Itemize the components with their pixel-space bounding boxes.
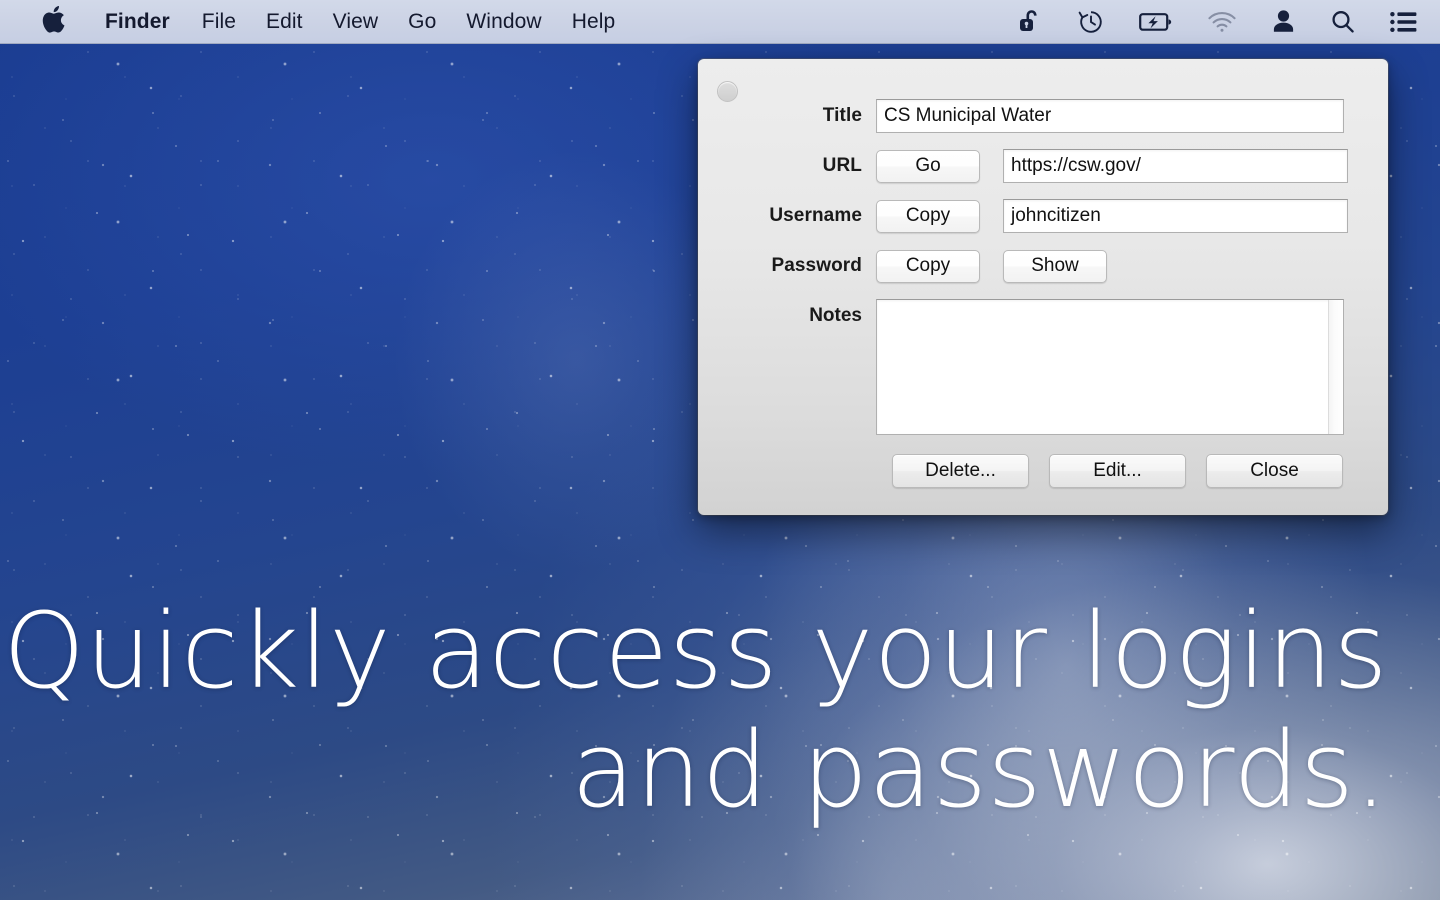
tagline-line-2: and passwords. xyxy=(571,708,1388,831)
menu-item-view[interactable]: View xyxy=(318,0,394,43)
title-row: Title CS Municipal Water xyxy=(698,99,1388,133)
password-copy-button-label: Copy xyxy=(905,255,951,276)
username-label: Username xyxy=(769,205,862,226)
notes-row: Notes xyxy=(698,299,1388,435)
dialog-form: Title CS Municipal Water URL Go https://… xyxy=(698,59,1388,435)
edit-button-label: Edit... xyxy=(1093,460,1142,481)
notes-textarea[interactable] xyxy=(877,300,1343,434)
menu-item-label: Window xyxy=(466,9,542,33)
username-row: Username Copy johncitizen xyxy=(698,199,1388,233)
menu-item-window[interactable]: Window xyxy=(451,0,556,43)
tagline-line-1: Quickly access your logins xyxy=(3,590,1388,712)
dialog-action-buttons: Delete... Edit... Close xyxy=(698,454,1388,488)
apple-logo-icon xyxy=(40,4,66,40)
url-row: URL Go https://csw.gov/ xyxy=(698,149,1388,183)
menu-item-label: File xyxy=(201,9,237,33)
notes-scrollbar[interactable] xyxy=(1328,300,1343,434)
password-entry-dialog: Title CS Municipal Water URL Go https://… xyxy=(698,59,1388,515)
menu-bar-status-area xyxy=(1001,0,1440,43)
menu-item-label: Go xyxy=(408,9,437,33)
url-input-value: https://csw.gov/ xyxy=(1011,155,1141,176)
title-label: Title xyxy=(822,105,862,126)
delete-button-label: Delete... xyxy=(925,460,996,481)
notes-label: Notes xyxy=(809,305,862,326)
password-copy-button[interactable]: Copy xyxy=(876,249,980,283)
user-account-icon[interactable] xyxy=(1254,0,1313,43)
spotlight-search-icon[interactable] xyxy=(1313,0,1373,43)
padlock-open-icon[interactable] xyxy=(1001,0,1060,43)
menu-item-label: Finder xyxy=(105,9,170,33)
password-row: Password Copy Show xyxy=(698,249,1388,283)
wifi-icon[interactable] xyxy=(1190,0,1254,43)
menu-item-finder[interactable]: Finder xyxy=(88,0,187,43)
time-machine-icon[interactable] xyxy=(1060,0,1122,43)
username-input[interactable]: johncitizen xyxy=(1003,199,1348,233)
url-input[interactable]: https://csw.gov/ xyxy=(1003,149,1348,183)
title-input-value: CS Municipal Water xyxy=(884,105,1052,126)
edit-button[interactable]: Edit... xyxy=(1049,454,1186,488)
desktop: Quickly access your logins and passwords… xyxy=(0,0,1440,900)
username-copy-button-label: Copy xyxy=(905,205,951,226)
menu-item-label: View xyxy=(332,9,379,33)
battery-charging-icon[interactable] xyxy=(1122,0,1190,43)
url-label: URL xyxy=(822,155,862,176)
menu-item-go[interactable]: Go xyxy=(393,0,451,43)
menu-item-edit[interactable]: Edit xyxy=(251,0,318,43)
password-show-button[interactable]: Show xyxy=(1003,249,1107,283)
menu-item-file[interactable]: File xyxy=(187,0,251,43)
close-button-label: Close xyxy=(1250,460,1299,481)
close-button[interactable]: Close xyxy=(1206,454,1343,488)
menu-item-help[interactable]: Help xyxy=(557,0,631,43)
wallpaper-tagline: Quickly access your logins and passwords… xyxy=(0,592,1440,829)
notification-center-icon[interactable] xyxy=(1373,0,1418,43)
notes-field[interactable] xyxy=(876,299,1344,435)
url-go-button[interactable]: Go xyxy=(876,149,980,183)
url-go-button-label: Go xyxy=(915,155,941,176)
username-input-value: johncitizen xyxy=(1011,205,1101,226)
apple-menu-button[interactable] xyxy=(0,0,88,43)
menu-bar: Finder File Edit View Go Window Help xyxy=(0,0,1440,44)
menu-item-label: Help xyxy=(571,9,616,33)
password-label: Password xyxy=(771,255,862,276)
username-copy-button[interactable]: Copy xyxy=(876,199,980,233)
title-input[interactable]: CS Municipal Water xyxy=(876,99,1344,133)
menu-item-label: Edit xyxy=(266,9,303,33)
menu-bar-left: Finder File Edit View Go Window Help xyxy=(0,0,630,43)
password-show-button-label: Show xyxy=(1031,255,1079,276)
delete-button[interactable]: Delete... xyxy=(892,454,1029,488)
